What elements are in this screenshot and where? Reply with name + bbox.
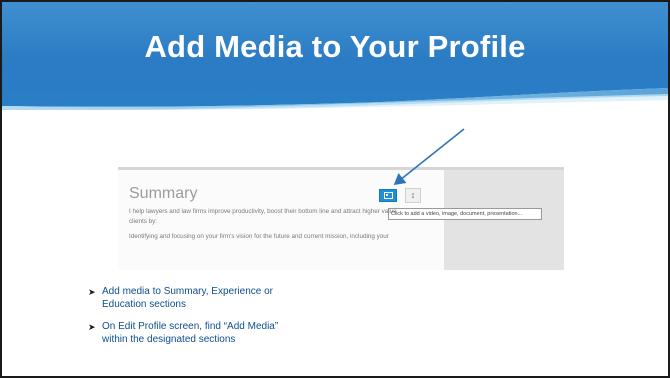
bullet-arrow-icon: ➤ bbox=[88, 322, 96, 332]
bullet-arrow-icon: ➤ bbox=[88, 287, 96, 297]
bullet-item: ➤ Add media to Summary, Experience or Ed… bbox=[88, 286, 274, 310]
slide: Add Media to Your Profile Summary ↕ Clic… bbox=[0, 0, 670, 378]
bullet-item: ➤ On Edit Profile screen, find “Add Medi… bbox=[88, 321, 279, 345]
bullet-list: ➤ Add media to Summary, Experience or Ed… bbox=[88, 286, 388, 356]
